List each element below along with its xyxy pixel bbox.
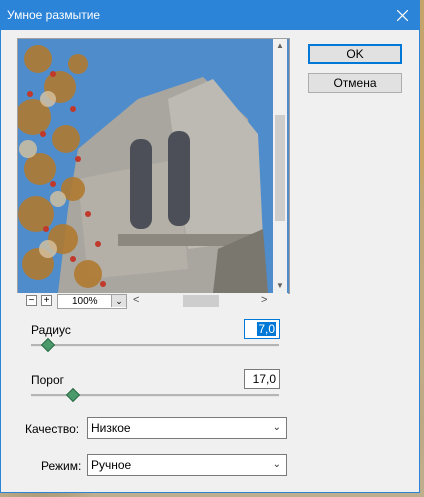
preview-image[interactable] bbox=[17, 38, 290, 294]
chevron-down-icon: ⌄ bbox=[115, 296, 123, 306]
quality-label: Качество: bbox=[25, 422, 80, 436]
vertical-scroll-thumb[interactable] bbox=[275, 115, 285, 221]
scroll-down-icon[interactable]: ▼ bbox=[273, 279, 287, 293]
close-icon bbox=[396, 10, 408, 21]
radius-input[interactable]: 7,0 bbox=[244, 319, 280, 339]
zoom-bar: − + 100% ⌄ < > bbox=[17, 293, 288, 310]
quality-selected-value: Низкое bbox=[91, 421, 131, 435]
zoom-level-value: 100% bbox=[72, 296, 98, 307]
zoom-dropdown-button[interactable]: ⌄ bbox=[111, 295, 126, 307]
radius-value: 7,0 bbox=[257, 322, 276, 336]
title-bar[interactable]: Умное размытие bbox=[1, 1, 419, 30]
threshold-slider-thumb[interactable] bbox=[66, 387, 81, 403]
cancel-button[interactable]: Отмена bbox=[308, 73, 402, 93]
window-title: Умное размытие bbox=[7, 8, 101, 22]
radius-slider-thumb[interactable] bbox=[41, 337, 56, 353]
mode-selected-value: Ручное bbox=[91, 458, 132, 472]
mode-label: Режим: bbox=[41, 459, 82, 473]
close-button[interactable] bbox=[385, 1, 419, 30]
smart-blur-dialog: Умное размытие OK Отмена ▲ ▼ − + 100% ⌄ … bbox=[0, 0, 420, 493]
scroll-right-icon[interactable]: > bbox=[261, 294, 267, 306]
mode-select[interactable]: Ручное ⌄ bbox=[87, 454, 287, 476]
threshold-label: Порог bbox=[31, 373, 65, 387]
scroll-up-icon[interactable]: ▲ bbox=[273, 39, 287, 53]
ok-button[interactable]: OK bbox=[308, 44, 402, 64]
preview-vertical-scrollbar[interactable]: ▲ ▼ bbox=[273, 39, 287, 293]
radius-slider-track[interactable] bbox=[31, 344, 279, 347]
quality-select[interactable]: Низкое ⌄ bbox=[87, 417, 287, 439]
threshold-input[interactable]: 17,0 bbox=[244, 369, 280, 389]
chevron-down-icon: ⌄ bbox=[272, 459, 281, 470]
horizontal-scroll-thumb[interactable] bbox=[183, 295, 219, 307]
chevron-down-icon: ⌄ bbox=[272, 422, 281, 433]
radius-label: Радиус bbox=[31, 323, 71, 337]
threshold-value: 17,0 bbox=[252, 372, 276, 386]
zoom-out-button[interactable]: − bbox=[26, 295, 37, 306]
preview-cathedral-image bbox=[18, 39, 289, 293]
scroll-left-icon[interactable]: < bbox=[133, 294, 139, 306]
zoom-in-button[interactable]: + bbox=[41, 295, 52, 306]
